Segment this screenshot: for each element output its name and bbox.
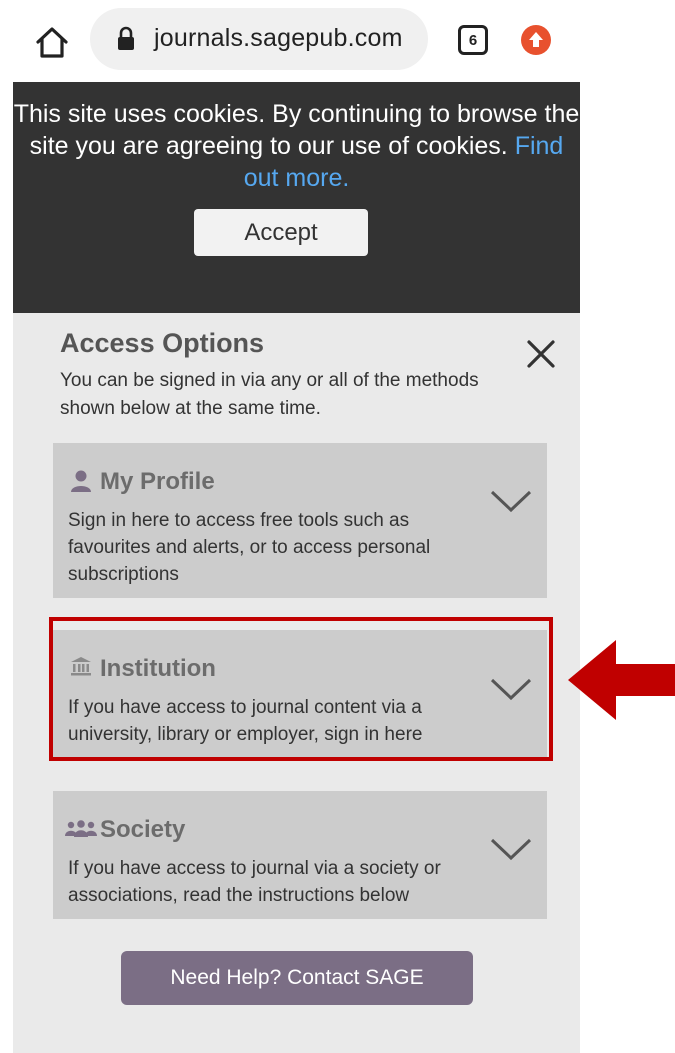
update-icon[interactable] [521,25,551,55]
pointer-arrow-icon [568,640,675,720]
access-option-society[interactable]: Society If you have access to journal vi… [53,791,547,919]
option-title: My Profile [100,468,215,495]
url-text[interactable]: journals.sagepub.com [154,24,403,53]
highlight-box [49,617,553,761]
accept-cookies-button[interactable]: Accept [194,209,368,256]
cookie-message: This site uses cookies. By continuing to… [13,98,580,194]
option-title: Society [100,816,186,843]
lock-icon [118,26,134,50]
group-icon [65,820,97,837]
access-option-my-profile[interactable]: My Profile Sign in here to access free t… [53,443,547,598]
up-arrow-icon [529,32,543,47]
panel-description: You can be signed in via any or all of t… [60,370,479,419]
chevron-down-icon[interactable] [489,837,533,861]
contact-sage-button[interactable]: Need Help? Contact SAGE [121,951,473,1005]
home-icon[interactable] [34,25,70,59]
option-description: Sign in here to access free tools such a… [68,510,431,585]
panel-title: Access Options [60,328,265,358]
tab-count: 6 [468,31,478,49]
option-description: If you have access to journal via a soci… [68,858,441,906]
chevron-down-icon[interactable] [489,489,533,513]
tab-switcher-button[interactable]: 6 [458,25,488,55]
cookie-text: This site uses cookies. By continuing to… [13,100,580,160]
close-icon[interactable] [525,338,557,370]
person-icon [71,470,91,492]
